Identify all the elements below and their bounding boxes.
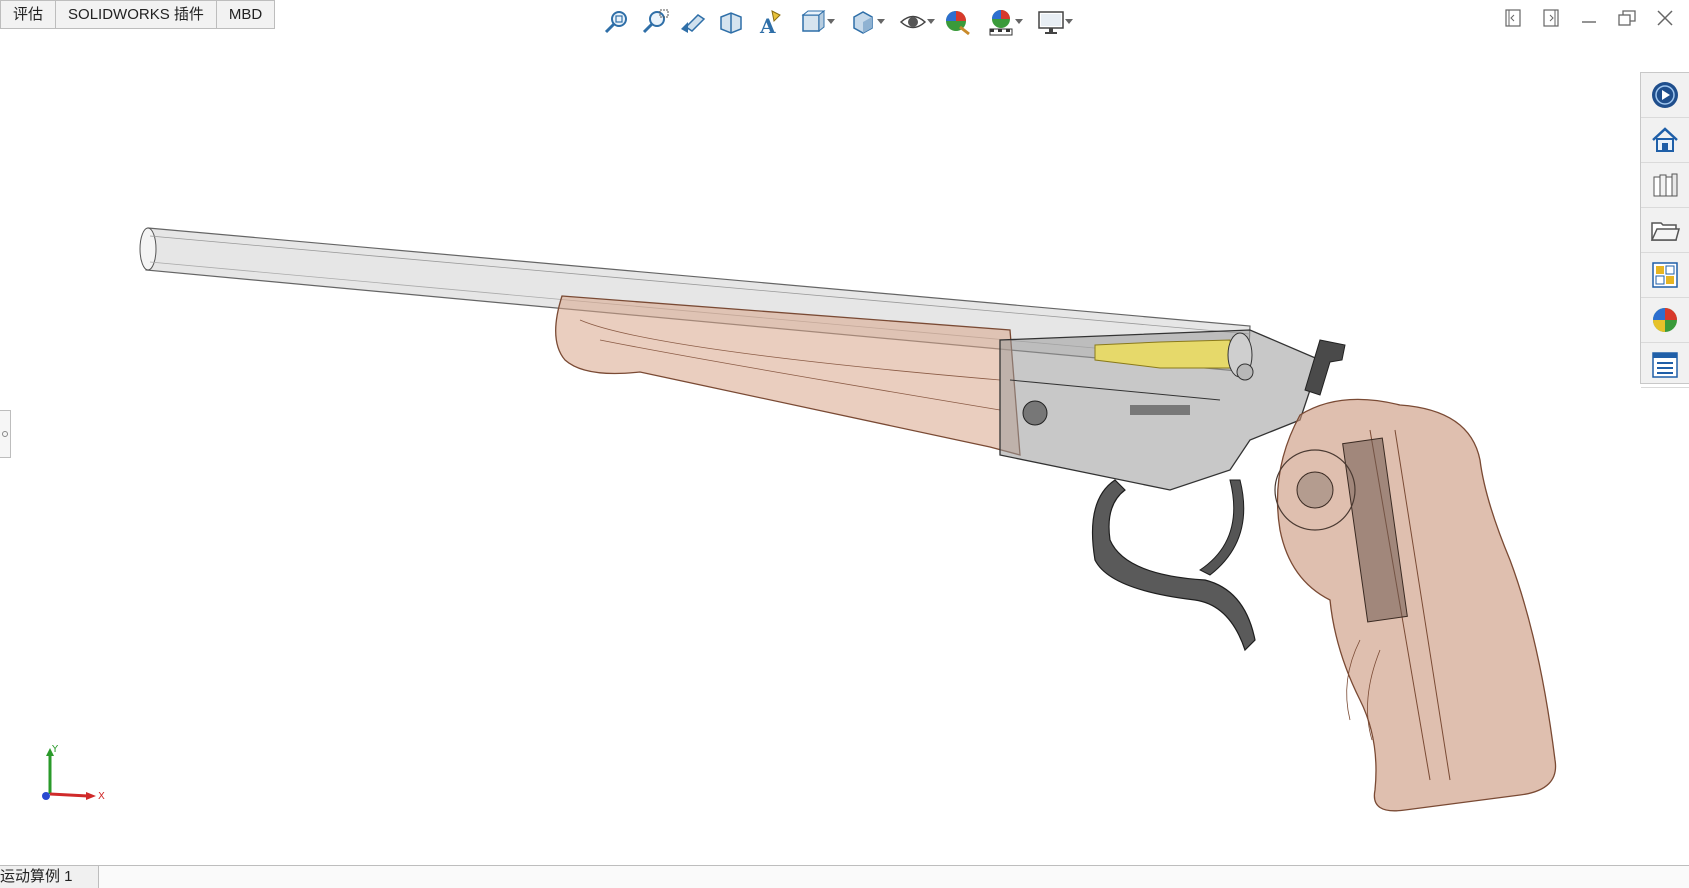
dynamic-annotation-views-button[interactable]: A — [752, 5, 786, 39]
restore-button[interactable] — [1615, 6, 1639, 30]
chevron-down-icon — [877, 19, 885, 24]
zoom-to-fit-button[interactable] — [600, 5, 634, 39]
command-manager-tabs: 评估 SOLIDWORKS 插件 MBD — [0, 0, 276, 29]
design-library-button[interactable] — [1641, 163, 1689, 208]
tab-mbd[interactable]: MBD — [216, 0, 276, 29]
view-orientation-icon — [801, 9, 826, 33]
display-style-icon — [853, 11, 873, 34]
tile-left-icon — [1505, 9, 1521, 27]
zoom-to-fit-icon — [604, 11, 627, 34]
dynamic-annotation-views-icon: A — [759, 10, 781, 37]
close-button[interactable] — [1653, 6, 1677, 30]
chevron-down-icon — [1065, 19, 1073, 24]
view-palette-button[interactable] — [1641, 253, 1689, 298]
close-icon — [1657, 10, 1673, 26]
file-explorer-button[interactable] — [1641, 208, 1689, 253]
pistol-model — [139, 227, 1557, 812]
view-settings-icon — [1038, 11, 1064, 34]
custom-properties-button[interactable] — [1641, 343, 1689, 388]
task-pane — [1640, 72, 1689, 388]
tile-right-button[interactable] — [1539, 6, 1563, 30]
home-button[interactable] — [1641, 118, 1689, 163]
solidworks-resources-button[interactable] — [1641, 73, 1689, 118]
restore-icon — [1618, 10, 1636, 26]
zoom-to-area-button[interactable] — [638, 5, 672, 39]
view-settings-button[interactable] — [1028, 5, 1074, 39]
section-view-icon — [720, 12, 742, 34]
home-icon — [1652, 127, 1678, 152]
tab-motion-study-1[interactable]: 运动算例 1 — [0, 866, 99, 888]
solidworks-resources-icon — [1652, 82, 1678, 108]
edit-appearance-button[interactable] — [940, 5, 974, 39]
heads-up-view-toolbar: A — [600, 4, 1074, 40]
view-palette-icon — [1652, 262, 1678, 288]
apply-scene-button[interactable] — [978, 5, 1024, 39]
x-axis — [49, 792, 89, 798]
display-style-button[interactable] — [840, 5, 886, 39]
apply-scene-icon — [989, 10, 1013, 36]
coordinate-triad: Y X — [30, 742, 110, 812]
appearances-scenes-button[interactable] — [1641, 298, 1689, 343]
edit-appearance-icon — [946, 11, 970, 36]
trigger-guard — [1092, 479, 1256, 652]
tab-evaluate[interactable]: 评估 — [0, 0, 57, 29]
tile-right-icon — [1543, 9, 1559, 27]
window-controls — [1501, 6, 1677, 30]
previous-view-icon — [681, 14, 706, 33]
view-orientation-button[interactable] — [790, 5, 836, 39]
minimize-icon — [1582, 21, 1596, 23]
chevron-down-icon — [1015, 19, 1023, 24]
previous-view-button[interactable] — [676, 5, 710, 39]
graphics-area[interactable] — [0, 40, 1640, 866]
section-view-button[interactable] — [714, 5, 748, 39]
chevron-down-icon — [927, 19, 935, 24]
bottom-tab-bar: 运动算例 1 — [0, 865, 1689, 888]
custom-properties-icon — [1652, 352, 1678, 378]
file-explorer-icon — [1650, 222, 1680, 241]
x-axis-label: X — [98, 791, 105, 802]
design-library-icon — [1653, 173, 1678, 197]
grip — [1274, 398, 1557, 812]
appearances-scenes-icon — [1653, 308, 1677, 332]
tile-left-button[interactable] — [1501, 6, 1525, 30]
zoom-to-area-icon — [642, 9, 669, 34]
minimize-button[interactable] — [1577, 6, 1601, 30]
tab-solidworks-addins[interactable]: SOLIDWORKS 插件 — [56, 0, 217, 29]
hide-show-items-icon — [899, 15, 927, 29]
hide-show-items-button[interactable] — [890, 5, 936, 39]
y-axis-label: Y — [51, 744, 59, 755]
chevron-down-icon — [827, 19, 835, 24]
